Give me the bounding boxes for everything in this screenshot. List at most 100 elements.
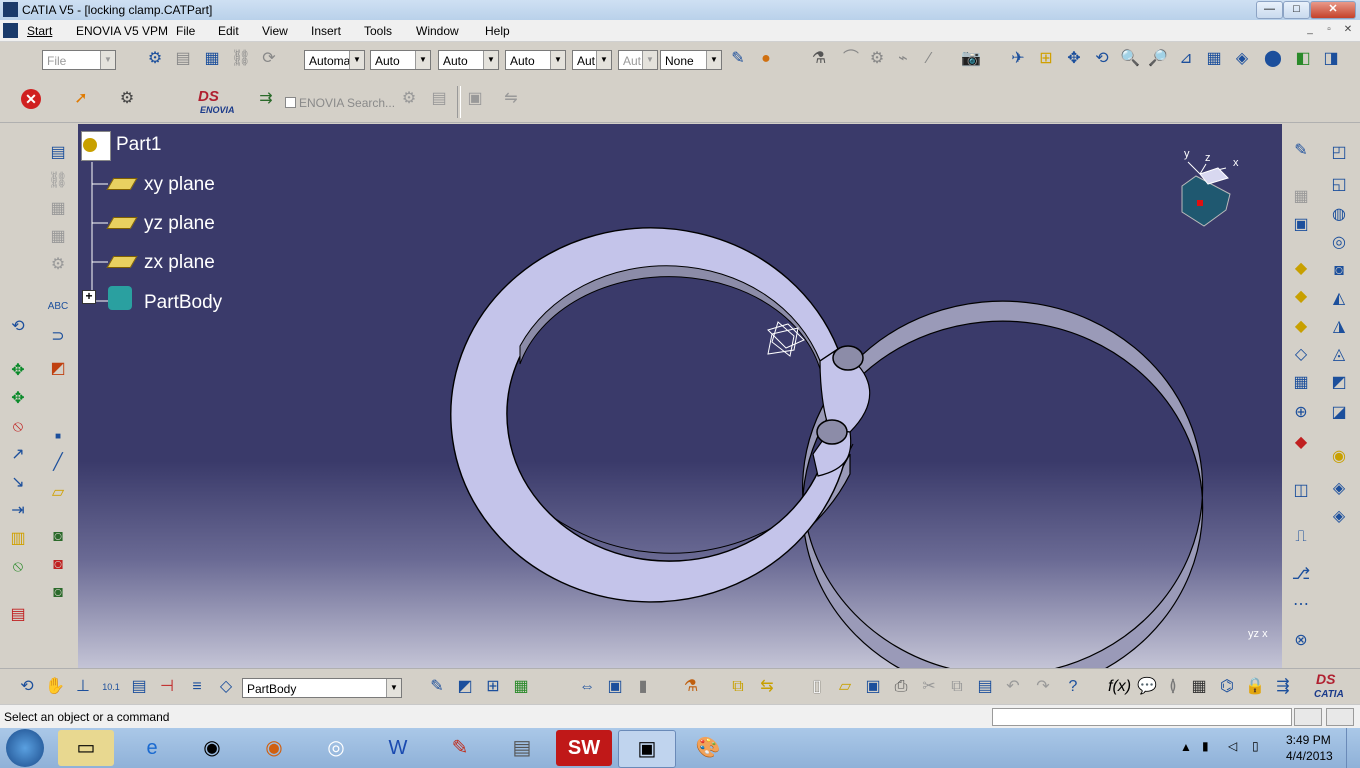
doc-settings-icon[interactable]: ▦ bbox=[201, 48, 223, 70]
material-icon[interactable]: ⚗ bbox=[680, 676, 702, 698]
tray-network-icon[interactable]: ▮ bbox=[1202, 739, 1209, 753]
tray-power-icon[interactable]: ▯ bbox=[1252, 739, 1259, 753]
zoom-out-icon[interactable]: 🔎 bbox=[1147, 48, 1169, 70]
point-delete2-icon[interactable]: ⦸ bbox=[7, 556, 29, 578]
clock-date[interactable]: 4/4/2013 bbox=[1286, 749, 1333, 763]
slot-icon[interactable]: ◮ bbox=[1328, 316, 1350, 338]
menu-start[interactable]: Start bbox=[27, 24, 52, 38]
line-down-icon[interactable]: ↘ bbox=[7, 472, 29, 494]
file-combo[interactable]: File ▼ bbox=[42, 50, 116, 70]
annotation-icon[interactable]: ◩ bbox=[47, 358, 69, 380]
maximize-button[interactable]: □ bbox=[1283, 1, 1310, 19]
list-icon[interactable]: ≡ bbox=[186, 676, 208, 698]
point-icon[interactable]: ■ bbox=[47, 426, 69, 448]
shell-icon[interactable]: ◇ bbox=[1290, 344, 1312, 366]
doc-restore-button[interactable]: ▫ bbox=[1321, 23, 1337, 37]
pan-icon[interactable]: ✥ bbox=[1063, 48, 1085, 70]
line-icon[interactable]: ╱ bbox=[47, 452, 69, 474]
task-chrome-icon[interactable]: ◉ bbox=[184, 730, 240, 766]
none-combo[interactable]: None ▼ bbox=[660, 50, 722, 70]
menu-edit[interactable]: Edit bbox=[218, 24, 239, 38]
multi-view-icon[interactable]: ▦ bbox=[1203, 48, 1225, 70]
fly-mode-icon[interactable]: ✈ bbox=[1007, 48, 1029, 70]
select-arrow-icon[interactable]: ➚ bbox=[70, 88, 92, 110]
start-button[interactable] bbox=[6, 729, 44, 767]
line-arrow-icon[interactable]: ↗ bbox=[7, 444, 29, 466]
reference-icon[interactable]: ⊗ bbox=[1290, 630, 1312, 652]
shaft-icon[interactable]: ◙ bbox=[47, 582, 69, 604]
tree-item-zx-plane[interactable]: zx plane bbox=[144, 252, 215, 274]
pocket-icon[interactable]: ◱ bbox=[1328, 174, 1350, 196]
sew-surface-icon[interactable]: ◈ bbox=[1328, 506, 1350, 528]
layer-combo[interactable]: Aut ▼ bbox=[618, 50, 658, 70]
knowledge-icon[interactable]: ⚗ bbox=[808, 48, 830, 70]
save-icon[interactable]: ▣ bbox=[862, 676, 884, 698]
status-btn-2[interactable] bbox=[1326, 708, 1354, 726]
pocket-icon[interactable]: ◙ bbox=[47, 554, 69, 576]
menu-enovia[interactable]: ENOVIA V5 VPM bbox=[76, 24, 168, 38]
geometry-canvas[interactable] bbox=[78, 124, 1282, 668]
chamfer-icon[interactable]: ◆ bbox=[1290, 286, 1312, 308]
status-btn-1[interactable] bbox=[1294, 708, 1322, 726]
enovia-search-checkbox[interactable] bbox=[285, 97, 296, 108]
thickness-combo[interactable]: Auto ▼ bbox=[370, 50, 431, 70]
doc-minimize-button[interactable]: _ bbox=[1302, 23, 1318, 37]
hide-show-icon[interactable]: ◧ bbox=[1292, 48, 1314, 70]
tray-arrow-icon[interactable]: ▲ bbox=[1180, 740, 1192, 754]
design-table-icon[interactable]: ▦ bbox=[1188, 676, 1210, 698]
plane-icon[interactable]: ▱ bbox=[47, 482, 69, 504]
clamp-part[interactable] bbox=[450, 227, 1204, 668]
undo-icon[interactable]: ↶ bbox=[1002, 676, 1024, 698]
sketch-positioned-icon[interactable]: ▦ bbox=[1290, 186, 1312, 208]
enovia-doc-icon[interactable]: ▤ bbox=[428, 88, 450, 110]
transform-icon[interactable]: ⎍ bbox=[1290, 526, 1312, 548]
enovia-send-icon[interactable]: ⇉ bbox=[255, 88, 277, 110]
groove-icon[interactable]: ◎ bbox=[1328, 232, 1350, 254]
normal-view-icon[interactable]: ⊿ bbox=[1175, 48, 1197, 70]
comment-icon[interactable]: 💬 bbox=[1136, 676, 1158, 698]
tree-item-partbody[interactable]: PartBody bbox=[144, 292, 222, 314]
workbench-icon[interactable]: ⚙ bbox=[116, 88, 138, 110]
body-combo[interactable]: PartBody ▼ bbox=[242, 678, 402, 698]
assemble-icon[interactable]: ⎇ bbox=[1290, 564, 1312, 586]
task-ie-icon[interactable]: e bbox=[124, 730, 180, 766]
pattern-grid-icon[interactable]: ⋯ bbox=[1290, 594, 1312, 616]
tree-item-yz-plane[interactable]: yz plane bbox=[144, 213, 215, 235]
text-abc-icon[interactable]: ABC bbox=[47, 296, 69, 318]
task-explorer-icon[interactable]: ▭ bbox=[58, 730, 114, 766]
partbody-gear-icon[interactable] bbox=[108, 286, 132, 310]
rule-icon[interactable]: ≬ bbox=[1162, 676, 1184, 698]
menu-tools[interactable]: Tools bbox=[364, 24, 392, 38]
sketch-analysis-icon[interactable]: ▤ bbox=[47, 142, 69, 164]
measure-icon[interactable]: ⌒ bbox=[840, 48, 862, 70]
measure-item-icon[interactable]: ⚙ bbox=[866, 48, 888, 70]
doc-close-button[interactable]: ✕ bbox=[1340, 23, 1356, 37]
capture-icon[interactable]: 📷 bbox=[960, 48, 982, 70]
bottle-icon[interactable]: ▮ bbox=[632, 676, 654, 698]
output-feature-icon[interactable]: ▣ bbox=[1290, 214, 1312, 236]
shading-icon[interactable]: ⬤ bbox=[1262, 48, 1284, 70]
menu-window[interactable]: Window bbox=[416, 24, 459, 38]
link-icon[interactable]: ⛓ bbox=[230, 48, 252, 70]
task-catia-icon[interactable]: ▣ bbox=[618, 730, 676, 768]
distance-measure-icon[interactable]: ⇔ bbox=[576, 676, 598, 698]
fillet-icon[interactable]: ◆ bbox=[1290, 258, 1312, 280]
menu-insert[interactable]: Insert bbox=[311, 24, 341, 38]
analysis-icon[interactable]: ⊞ bbox=[482, 676, 504, 698]
task-word-icon[interactable]: W bbox=[370, 730, 426, 766]
pdf-icon[interactable]: ▤ bbox=[7, 604, 29, 626]
lock-icon[interactable]: 🔒 bbox=[1244, 676, 1266, 698]
shaft-icon[interactable]: ◍ bbox=[1328, 204, 1350, 226]
swap-space-icon[interactable]: ◨ bbox=[1320, 48, 1342, 70]
tray-volume-icon[interactable]: ◁ bbox=[1228, 739, 1237, 753]
copy-icon[interactable]: ⧉ bbox=[946, 676, 968, 698]
remove-loft-icon[interactable]: ◪ bbox=[1328, 402, 1350, 424]
tree-root-part1[interactable]: Part1 bbox=[116, 134, 161, 156]
tree-item-xy-plane[interactable]: xy plane bbox=[144, 174, 215, 196]
constraint2-icon[interactable]: ⊣ bbox=[156, 676, 178, 698]
task-app-icon[interactable]: ✎ bbox=[432, 730, 488, 766]
stiffener-icon[interactable]: ◬ bbox=[1328, 344, 1350, 366]
point-delete-icon[interactable]: ⦸ bbox=[7, 416, 29, 438]
zoom-in-icon[interactable]: 🔍 bbox=[1119, 48, 1141, 70]
body-select-icon[interactable]: ◇ bbox=[215, 676, 237, 698]
